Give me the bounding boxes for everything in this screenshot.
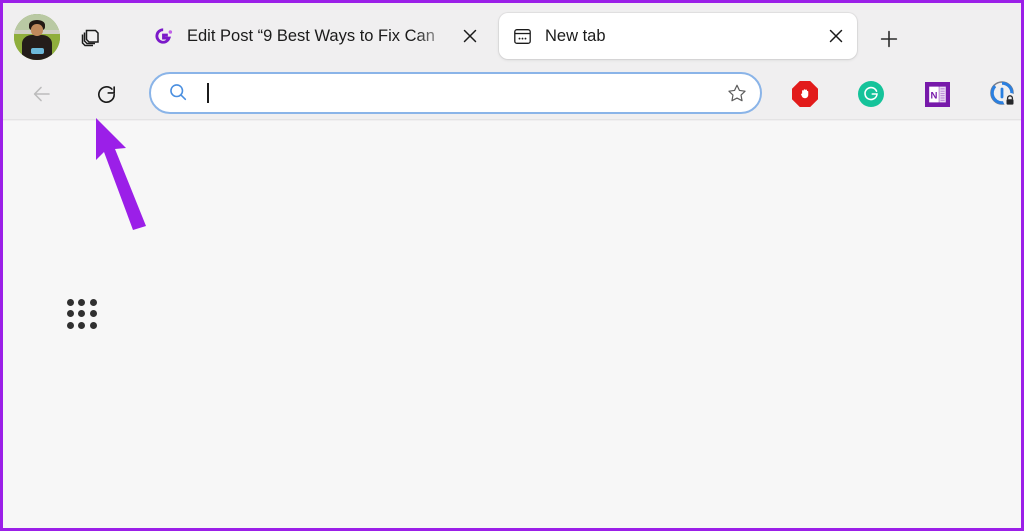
reload-icon[interactable] [88,76,124,112]
arrow-left-icon[interactable] [24,76,60,112]
browser-tab-active[interactable]: New tab [499,13,857,59]
star-outline-icon[interactable] [722,78,752,108]
tab-title: Edit Post “9 Best Ways to Fix Can [187,27,435,45]
avatar[interactable] [14,14,60,60]
new-tab-window-icon [511,25,533,47]
lock-badge-icon[interactable] [986,77,1020,111]
address-input[interactable] [191,74,722,112]
address-bar[interactable] [149,72,762,114]
close-icon[interactable] [823,23,849,49]
grammarly-g-icon[interactable] [854,77,888,111]
onenote-n-icon[interactable]: N [920,77,954,111]
page-content-area [3,121,1021,528]
close-icon[interactable] [457,23,483,49]
browser-window: Edit Post “9 Best Ways to Fix Can New ta… [0,0,1024,531]
text-caret [207,83,209,103]
apps-grid-icon[interactable] [67,299,97,329]
gt-logo-favicon-icon [153,25,175,47]
collections-icon[interactable] [73,21,107,53]
browser-tab[interactable]: Edit Post “9 Best Ways to Fix Can [141,13,491,59]
search-icon [167,81,191,105]
svg-text:N: N [930,90,937,101]
tab-title: New tab [545,27,606,45]
plus-icon[interactable] [873,24,905,54]
adblock-stop-hand-icon[interactable] [788,77,822,111]
tab-strip: Edit Post “9 Best Ways to Fix Can New ta… [3,3,1021,68]
